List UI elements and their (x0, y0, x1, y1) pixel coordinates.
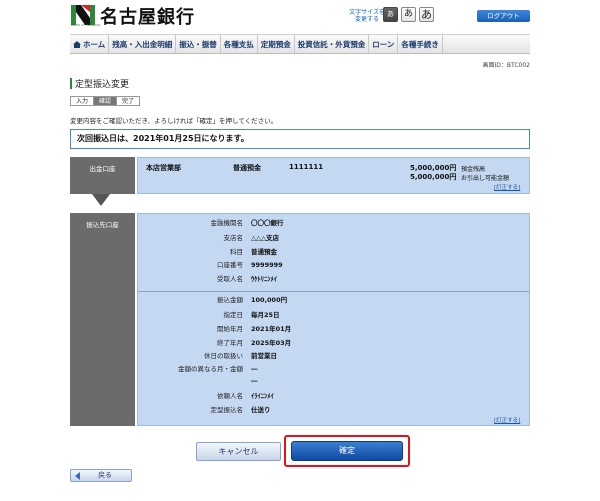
nav-item-procedures[interactable]: 各種手続き (398, 35, 443, 53)
page-title: 定型振込変更 (75, 80, 130, 90)
source-correct-link[interactable]: [訂正する] (494, 183, 520, 191)
dest-row-diff-amount-2: ― (251, 377, 258, 385)
destination-account-label: 振込先口座 (70, 213, 135, 426)
step-indicator: 入力 確認 完了 (70, 96, 141, 106)
nav-item-home[interactable]: ホーム (70, 35, 110, 53)
dest-row-start: 開始年月 2021年01月 (217, 325, 292, 333)
font-size-medium-button[interactable]: あ (401, 7, 416, 22)
source-account-panel: 本店営業部 普通預金 1111111 5,000,000円 預金残高 5,000… (137, 157, 530, 194)
back-arrow-icon (75, 472, 80, 480)
next-transfer-notice: 次回振込日は、2021年01月25日になります。 (70, 129, 530, 149)
dest-row-recipient: 受取人名 ｳｹﾄﾘﾆﾝﾒｲ (217, 275, 277, 283)
step-complete: 完了 (116, 96, 141, 106)
nav-item-transfer[interactable]: 振込・振替 (176, 35, 221, 53)
source-available: 5,000,000円 (410, 173, 457, 181)
instruction-text: 変更内容をご確認いただき、よろしければ「確定」を押してください。 (70, 117, 278, 125)
cancel-button[interactable]: キャンセル (196, 442, 281, 461)
nav-item-payments[interactable]: 各種支払 (221, 35, 258, 53)
source-available-label: お引出し可能金額 (461, 175, 510, 182)
dest-row-bank: 金融機関名 〇〇〇銀行 (210, 219, 284, 227)
nav-item-balance[interactable]: 残高・入出金明細 (109, 35, 177, 53)
source-type: 普通預金 (233, 164, 261, 172)
source-account-label: 出金口座 (70, 157, 135, 194)
font-size-small-button[interactable]: あ (383, 7, 398, 22)
screen-id: 画面ID：BTC002 (482, 62, 530, 69)
home-icon (73, 40, 81, 48)
nav-item-loan[interactable]: ローン (369, 35, 399, 53)
confirm-button[interactable]: 確定 (291, 441, 403, 461)
section-divider (138, 291, 529, 292)
font-size-large-button[interactable]: あ (419, 7, 434, 22)
source-balance-label: 預金残高 (461, 166, 486, 173)
source-number: 1111111 (289, 163, 324, 171)
destination-panel: 金融機関名 〇〇〇銀行 支店名 △△△支店 科目 普通預金 口座番号 9999999 受… (137, 213, 530, 426)
title-marker (70, 78, 72, 89)
logout-button[interactable]: ログアウト (477, 10, 530, 22)
dest-row-day: 指定日 毎月25日 (223, 311, 280, 319)
destination-correct-link[interactable]: [訂正する] (494, 416, 520, 424)
logo-subtext: BANK OF NAGOYA (71, 23, 101, 27)
nav-item-investment[interactable]: 投資信託・外貨預金 (295, 35, 370, 53)
page-title-bar: 定型振込変更 (70, 77, 530, 90)
dest-row-amount: 振込金額 100,000円 (217, 296, 288, 304)
step-confirm: 確認 (93, 96, 117, 106)
dest-row-name: 定型振込名 仕送り (210, 406, 271, 414)
bank-name: 名古屋銀行 (100, 7, 195, 28)
source-branch: 本店営業部 (146, 164, 181, 172)
dest-row-branch: 支店名 △△△支店 (223, 234, 280, 242)
global-nav: ホーム 残高・入出金明細 振込・振替 各種支払 定期預金 投資信託・外貨預金 ロ… (70, 34, 530, 54)
dest-row-requester: 依頼人名 ｲﾗｲﾆﾝﾒｲ (217, 392, 274, 400)
dest-row-end: 終了年月 2025年03月 (217, 339, 292, 347)
back-button[interactable]: 戻る (70, 469, 132, 482)
dest-row-number: 口座番号 9999999 (217, 261, 283, 269)
dest-row-type: 科目 普通預金 (230, 248, 277, 256)
nav-item-time-deposit[interactable]: 定期預金 (258, 35, 295, 53)
dest-row-diff-amount: 金額の異なる月・金額 ― (178, 365, 258, 373)
dest-row-holiday: 休日の取扱い 前営業日 (204, 352, 277, 360)
arrow-down-icon (92, 194, 110, 206)
header: BANK OF NAGOYA 名古屋銀行 文字サイズを 変更する あ あ あ ロ… (0, 0, 600, 32)
step-input: 入力 (70, 96, 94, 106)
